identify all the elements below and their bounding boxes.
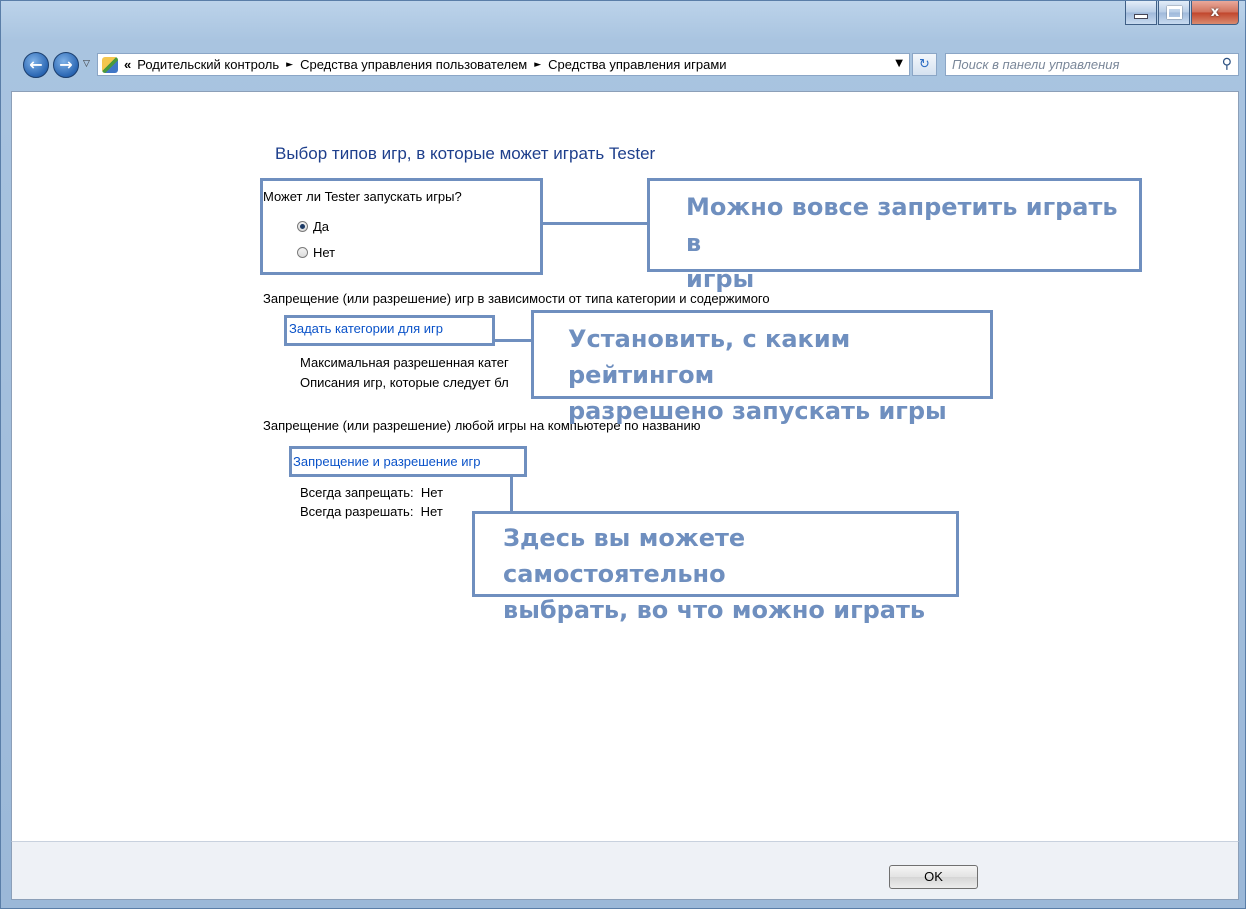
always-block-label: Всегда запрещать: [300, 485, 414, 500]
breadcrumb-game-controls[interactable]: Средства управления играми [548, 57, 726, 72]
footer-bar: OK [11, 841, 1239, 900]
always-block-value: Нет [420, 485, 444, 500]
always-allow-label: Всегда разрешать: [300, 504, 414, 519]
title-bar: x [1, 1, 1246, 43]
callout-text-line: Можно вовсе запретить играть в [686, 193, 1118, 257]
annotation-highlight-can-play [260, 178, 543, 275]
close-button[interactable]: x [1191, 1, 1239, 25]
minimize-button[interactable] [1125, 1, 1157, 25]
breadcrumb-separator-icon[interactable]: ► [534, 60, 541, 70]
always-allow-row: Всегда разрешать: Нет [300, 504, 443, 519]
breadcrumb-overflow-icon[interactable]: « [124, 57, 131, 72]
annotation-callout-rating: Установить, с каким рейтингом разрешено … [531, 310, 993, 425]
close-icon: x [1210, 5, 1220, 20]
minimize-icon [1134, 14, 1148, 19]
always-allow-value: Нет [420, 504, 443, 519]
callout-text-line: игры [686, 265, 755, 293]
window-frame: x ← → ▽ « Родительский контроль ► Средст… [0, 0, 1246, 909]
annotation-connector [495, 339, 535, 342]
max-category-text: Максимальная разрешенная катег [300, 355, 509, 370]
annotation-highlight-categories-link [284, 315, 495, 346]
address-dropdown-icon[interactable]: ▼ [895, 58, 903, 69]
annotation-connector [510, 477, 513, 513]
address-bar[interactable]: « Родительский контроль ► Средства управ… [97, 53, 910, 76]
search-icon[interactable]: ⚲ [1222, 56, 1232, 72]
breadcrumb-separator-icon[interactable]: ► [286, 60, 293, 70]
search-input[interactable]: Поиск в панели управления ⚲ [945, 53, 1239, 76]
annotation-connector [543, 222, 649, 225]
breadcrumb-parental-controls[interactable]: Родительский контроль [137, 57, 279, 72]
breadcrumb-user-controls[interactable]: Средства управления пользователем [300, 57, 527, 72]
callout-text-line: разрешено запускать игры [568, 397, 947, 425]
descriptions-text: Описания игр, которые следует бл [300, 375, 509, 390]
back-button[interactable]: ← [23, 52, 49, 78]
search-placeholder: Поиск в панели управления [952, 57, 1120, 72]
callout-text-line: Установить, с каким рейтингом [568, 325, 851, 389]
forward-button[interactable]: → [53, 52, 79, 78]
annotation-callout-choose-games: Здесь вы можете самостоятельно выбрать, … [472, 511, 959, 624]
always-block-row: Всегда запрещать: Нет [300, 485, 443, 500]
page-title: Выбор типов игр, в которые может играть … [275, 144, 656, 163]
maximize-button[interactable] [1158, 1, 1190, 25]
maximize-icon [1166, 6, 1182, 19]
callout-text-line: выбрать, во что можно играть [503, 596, 926, 624]
recent-pages-dropdown-icon[interactable]: ▽ [83, 59, 90, 69]
navigation-bar: ← → ▽ « Родительский контроль ► Средства… [15, 49, 1240, 79]
callout-text-line: Здесь вы можете самостоятельно [503, 524, 746, 588]
annotation-highlight-block-allow-link [289, 446, 527, 477]
annotation-callout-block-games: Можно вовсе запретить играть в игры [647, 178, 1142, 293]
window-controls: x [1124, 1, 1239, 29]
refresh-button[interactable]: ↻ [912, 53, 937, 76]
control-panel-icon [102, 56, 118, 73]
ok-button[interactable]: OK [889, 865, 978, 889]
